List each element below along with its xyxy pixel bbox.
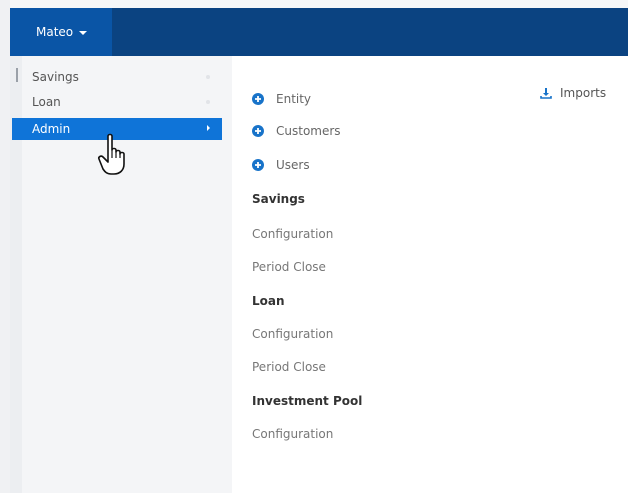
section-title-investment-pool: Investment Pool bbox=[252, 394, 363, 408]
plus-circle-icon bbox=[252, 93, 264, 105]
sidebar-item-loan[interactable]: Loan bbox=[12, 91, 222, 113]
quick-link-users[interactable]: Users bbox=[252, 158, 310, 172]
sidebar-item-label: Admin bbox=[32, 122, 71, 136]
savings-period-close-link[interactable]: Period Close bbox=[252, 260, 326, 274]
sidebar-item-savings[interactable]: Savings bbox=[12, 66, 222, 88]
chevron-right-icon bbox=[207, 125, 210, 131]
quick-link-label: Entity bbox=[276, 92, 312, 106]
investment-pool-configuration-link[interactable]: Configuration bbox=[252, 427, 333, 441]
user-menu-dropdown[interactable]: Mateo bbox=[10, 8, 112, 56]
hand-pointer-cursor-icon bbox=[98, 133, 125, 175]
quick-link-customers[interactable]: Customers bbox=[252, 124, 341, 138]
imports-label: Imports bbox=[560, 86, 607, 100]
user-menu-label: Mateo bbox=[36, 25, 74, 39]
plus-circle-icon bbox=[252, 159, 264, 171]
savings-configuration-link[interactable]: Configuration bbox=[252, 227, 333, 241]
quick-link-label: Customers bbox=[276, 124, 341, 138]
caret-down-icon bbox=[79, 30, 88, 35]
sidebar-item-label: Loan bbox=[32, 95, 61, 109]
plus-circle-icon bbox=[252, 125, 264, 137]
download-icon bbox=[540, 88, 552, 99]
section-title-loan: Loan bbox=[252, 294, 285, 308]
loan-period-close-link[interactable]: Period Close bbox=[252, 360, 326, 374]
section-title-savings: Savings bbox=[252, 192, 305, 206]
submenu-indicator-icon bbox=[206, 75, 210, 79]
imports-link[interactable]: Imports bbox=[540, 86, 606, 100]
quick-link-entity[interactable]: Entity bbox=[252, 92, 311, 106]
submenu-indicator-icon bbox=[206, 100, 210, 104]
loan-configuration-link[interactable]: Configuration bbox=[252, 327, 333, 341]
quick-link-label: Users bbox=[276, 158, 310, 172]
sidebar-item-label: Savings bbox=[32, 70, 79, 84]
